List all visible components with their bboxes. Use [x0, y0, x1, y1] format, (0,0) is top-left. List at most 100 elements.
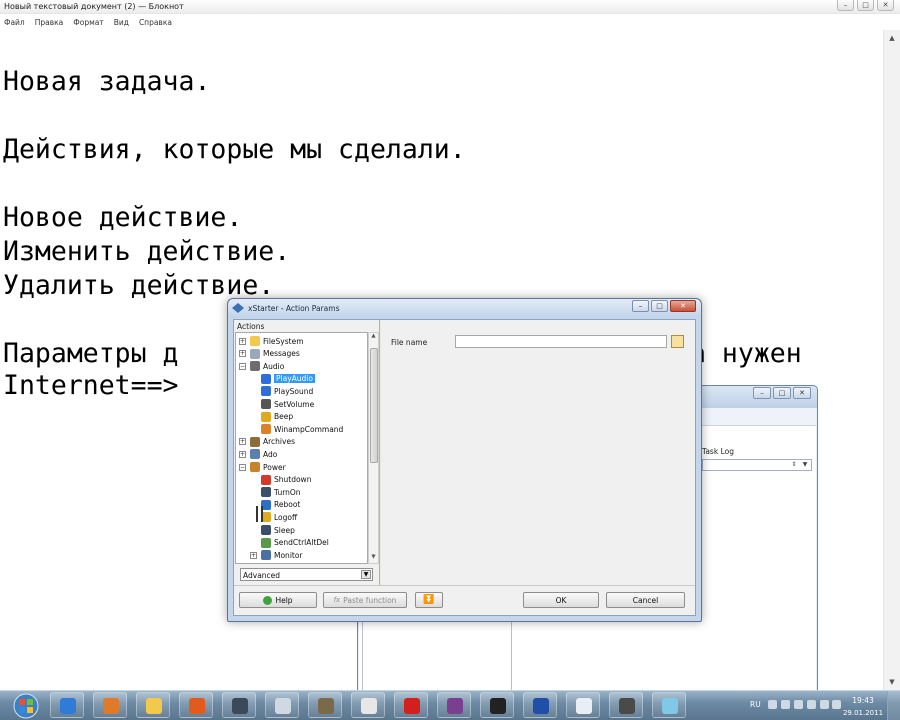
task-log-combo[interactable]: ⇕ ▼ [702, 459, 812, 471]
taskbar-app-button[interactable] [609, 692, 643, 718]
taskbar-app-button[interactable] [93, 692, 127, 718]
tree-item[interactable]: − Power [239, 461, 286, 473]
gear-icon [232, 698, 248, 714]
tree-item[interactable]: + Messages [239, 348, 300, 360]
help-icon [263, 595, 273, 605]
minimize-button[interactable]: – [632, 300, 649, 312]
volume-icon[interactable] [832, 700, 841, 709]
show-desktop-button[interactable] [887, 691, 900, 720]
text-line-tail: а нужен [690, 338, 802, 369]
taskbar-app-button[interactable] [652, 692, 686, 718]
chevron-down-icon[interactable]: ▼ [361, 570, 371, 579]
bell-icon [261, 411, 271, 422]
mode-select[interactable]: Advanced ▼ [240, 568, 373, 581]
tray-icon[interactable] [794, 700, 803, 709]
scroll-down-icon[interactable]: ▼ [884, 674, 900, 690]
scroll-up-icon[interactable]: ▲ [369, 333, 378, 342]
tree-item[interactable]: + Archives [239, 436, 295, 448]
tree-item[interactable]: + FileSystem [239, 335, 304, 347]
tree-item[interactable]: Shutdown [250, 474, 311, 486]
dialog-titlebar[interactable]: xStarter - Action Params – □ ✕ [228, 299, 701, 318]
ok-button[interactable]: OK [523, 592, 599, 608]
clock-time[interactable]: 19:43 [845, 696, 881, 705]
computer-icon [261, 487, 271, 498]
menu-format[interactable]: Формат [73, 18, 103, 27]
flag-icon[interactable] [807, 700, 816, 709]
actions-tree[interactable]: + FileSystem + Messages − Audio PlayAudio PlayS… [235, 332, 368, 564]
shutdown-icon [261, 474, 271, 485]
tree-item[interactable]: TurnOn [250, 486, 301, 498]
taskbar-app-button[interactable] [394, 692, 428, 718]
taskbar-app-button[interactable] [566, 692, 600, 718]
tree-item[interactable]: + Ado [239, 448, 277, 460]
tray-icon[interactable] [781, 700, 790, 709]
notepad-scrollbar[interactable]: ▲ ▼ [883, 30, 900, 690]
taskbar-app-button[interactable] [437, 692, 471, 718]
tray-icon[interactable] [768, 700, 777, 709]
spin-icon[interactable]: ⇕ [789, 460, 799, 470]
clock-date[interactable]: 29.01.2011 [842, 709, 884, 717]
scroll-thumb[interactable] [370, 348, 378, 463]
expand-icon[interactable]: + [239, 350, 246, 358]
action-params-dialog[interactable]: xStarter - Action Params – □ ✕ Actions +… [227, 298, 702, 622]
tree-item[interactable]: − Audio [239, 360, 284, 372]
scroll-up-icon[interactable]: ▲ [884, 30, 900, 46]
archive-icon [250, 436, 260, 447]
scroll-down-icon[interactable]: ▼ [369, 554, 378, 563]
task-log-label: Task Log [702, 447, 734, 456]
tree-scrollbar[interactable]: ▲ ▼ [368, 332, 379, 564]
expand-icon[interactable]: + [239, 438, 246, 446]
close-button[interactable]: ✕ [877, 0, 894, 11]
file-name-input[interactable] [455, 335, 667, 348]
double-chevron-down-icon: ⏬ [423, 595, 435, 605]
start-button-icon[interactable] [4, 692, 48, 720]
tree-item[interactable]: SetVolume [250, 398, 314, 410]
taskbar-app-button[interactable] [480, 692, 514, 718]
collapse-icon[interactable]: − [239, 463, 246, 471]
taskbar-app-button[interactable] [351, 692, 385, 718]
maximize-button[interactable]: □ [651, 300, 668, 312]
tree-item[interactable]: + Monitor [250, 549, 303, 561]
actions-header: Actions [237, 322, 265, 331]
tree-item[interactable]: Sleep [250, 524, 295, 536]
tree-item[interactable]: Beep [250, 411, 293, 423]
language-indicator[interactable]: RU [750, 700, 761, 709]
scanner-icon [619, 698, 635, 714]
tree-item[interactable]: WinampCommand [250, 423, 343, 435]
expand-icon[interactable]: + [250, 551, 257, 559]
menu-help[interactable]: Справка [139, 18, 172, 27]
help-button[interactable]: Help [239, 592, 317, 608]
taskbar-app-button[interactable] [136, 692, 170, 718]
taskbar-app-button[interactable] [308, 692, 342, 718]
browse-folder-icon[interactable] [671, 335, 684, 348]
cancel-button[interactable]: Cancel [606, 592, 685, 608]
expand-icon[interactable]: + [239, 450, 246, 458]
taskbar-app-button[interactable] [265, 692, 299, 718]
menu-file[interactable]: Файл [4, 18, 25, 27]
taskbar-app-button[interactable] [50, 692, 84, 718]
expand-button[interactable]: ⏬ [415, 592, 443, 608]
network-icon[interactable] [820, 700, 829, 709]
tree-item[interactable]: SendCtrlAltDel [250, 537, 329, 549]
expand-icon[interactable]: + [239, 337, 246, 345]
ie-icon [60, 698, 76, 714]
menu-view[interactable]: Вид [114, 18, 129, 27]
maximize-button[interactable]: □ [773, 387, 791, 399]
winrar-icon [447, 698, 463, 714]
taskbar-app-button[interactable] [523, 692, 557, 718]
close-button[interactable]: ✕ [670, 300, 696, 312]
taskbar-app-button[interactable] [179, 692, 213, 718]
notepad-titlebar[interactable]: Новый текстовый документ (2) — Блокнот –… [0, 0, 900, 14]
maximize-button[interactable]: □ [857, 0, 874, 11]
paste-function-button[interactable]: fx Paste function [323, 592, 407, 608]
taskbar-app-button[interactable] [222, 692, 256, 718]
collapse-icon[interactable]: − [239, 362, 246, 370]
chevron-down-icon[interactable]: ▼ [800, 460, 810, 470]
minimize-button[interactable]: – [753, 387, 771, 399]
close-button[interactable]: ✕ [793, 387, 811, 399]
menu-edit[interactable]: Правка [35, 18, 64, 27]
tree-item-label: Logoff [274, 512, 298, 522]
tree-item[interactable]: PlayAudio [250, 373, 315, 385]
minimize-button[interactable]: – [837, 0, 854, 11]
tree-item[interactable]: PlaySound [250, 385, 313, 397]
